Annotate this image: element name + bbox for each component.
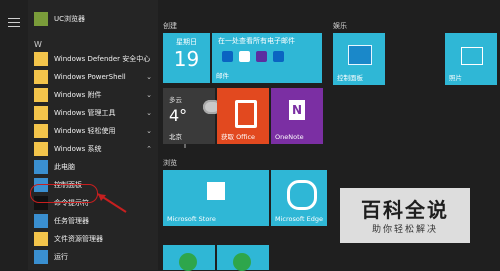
app-label: Windows 附件 <box>54 91 102 99</box>
store-label: Microsoft Store <box>167 215 216 223</box>
control-panel-label: 控制面板 <box>337 74 363 82</box>
computer-icon <box>34 160 48 174</box>
chevron-icon[interactable]: ⌄ <box>146 91 152 99</box>
control-panel-icon <box>348 45 372 65</box>
store-tile[interactable]: Microsoft Store <box>163 170 269 226</box>
app-label: 运行 <box>54 253 68 261</box>
edge-icon <box>287 180 317 210</box>
chevron-icon[interactable]: ⌄ <box>146 109 152 117</box>
photos-tile[interactable]: 照片 <box>445 33 497 85</box>
group-title-browse[interactable]: 浏览 <box>163 158 177 168</box>
letter-header[interactable]: W <box>34 40 42 49</box>
office-tile[interactable]: 获取 Office <box>217 88 269 144</box>
left-rail <box>0 0 28 270</box>
app-list: W UC浏览器 Windows Defender 安全中心 Windows Powe… <box>28 0 186 270</box>
folder-icon <box>34 88 48 102</box>
highlight-ring <box>30 184 98 203</box>
app-label: Windows Defender 安全中心 <box>54 55 151 63</box>
app-item[interactable]: 运行 <box>28 248 158 266</box>
weather-location: 北京 <box>169 133 182 141</box>
calendar-date: 19 <box>173 47 200 71</box>
control-panel-tile[interactable]: 控制面板 <box>333 33 385 85</box>
hamburger-menu-icon[interactable] <box>8 18 20 28</box>
task-manager-icon <box>34 214 48 228</box>
weather-tile[interactable]: 多云 4° 北京 <box>163 88 221 144</box>
folder-icon <box>34 70 48 84</box>
annotation-arrow <box>97 193 127 213</box>
outlook-icon <box>222 51 233 62</box>
watermark-main: 百科全说 <box>361 198 449 222</box>
bottom-tile-2[interactable] <box>217 245 269 271</box>
edge-label: Microsoft Edge <box>275 215 324 223</box>
store-icon <box>207 182 225 200</box>
group-title-entertainment[interactable]: 娱乐 <box>333 21 347 31</box>
photos-label: 照片 <box>449 74 462 82</box>
app-label: 任务管理器 <box>54 217 89 225</box>
mail-tile[interactable]: 在一处查看所有电子邮件 邮件 <box>212 33 322 83</box>
app-label: Windows 管理工具 <box>54 109 116 117</box>
onenote-icon: N <box>289 100 305 120</box>
shield-icon <box>34 52 48 66</box>
uc-browser-icon <box>34 12 48 26</box>
office-icon <box>235 100 257 128</box>
mail-label: 邮件 <box>216 72 229 80</box>
app-label: Windows 轻松使用 <box>54 127 116 135</box>
app-label: 此电脑 <box>54 163 75 171</box>
calendar-tile[interactable]: 星期日 19 <box>163 33 210 83</box>
chevron-icon[interactable]: ⌄ <box>146 73 152 81</box>
exchange-icon <box>273 51 284 62</box>
mail-title: 在一处查看所有电子邮件 <box>218 37 295 45</box>
app-item[interactable]: UC浏览器 <box>28 10 158 28</box>
explorer-icon <box>34 232 48 246</box>
run-icon <box>34 250 48 264</box>
app-item[interactable]: Windows PowerShell ⌄ <box>28 68 158 86</box>
app-item[interactable]: 文件资源管理器 <box>28 230 158 248</box>
group-title-create[interactable]: 创建 <box>163 21 177 31</box>
yahoo-icon <box>256 51 267 62</box>
app-icon <box>179 253 197 271</box>
app-item[interactable]: Windows 附件 ⌄ <box>28 86 158 104</box>
app-item[interactable]: Windows Defender 安全中心 <box>28 50 158 68</box>
weather-condition: 多云 <box>169 96 182 104</box>
onenote-tile[interactable]: N OneNote <box>271 88 323 144</box>
app-item[interactable]: Windows 管理工具 ⌄ <box>28 104 158 122</box>
app-item[interactable]: 任务管理器 <box>28 212 158 230</box>
mail-provider-icons <box>222 51 284 62</box>
weather-temp: 4° <box>169 106 188 125</box>
app-item[interactable]: 此电脑 <box>28 158 158 176</box>
folder-icon <box>34 142 48 156</box>
watermark-badge: 百科全说 助你轻松解决 <box>340 188 470 243</box>
watermark-sub: 助你轻松解决 <box>371 225 438 235</box>
app-icon <box>233 253 251 271</box>
office-label: 获取 Office <box>221 133 256 141</box>
chevron-icon[interactable]: ⌃ <box>146 145 152 153</box>
app-label: Windows PowerShell <box>54 73 126 81</box>
app-label: 文件资源管理器 <box>54 235 103 243</box>
folder-icon <box>34 124 48 138</box>
gmail-icon <box>239 51 250 62</box>
folder-icon <box>34 106 48 120</box>
chevron-icon[interactable]: ⌄ <box>146 127 152 135</box>
onenote-label: OneNote <box>275 133 304 141</box>
calendar-day: 星期日 <box>176 38 197 46</box>
app-label: UC浏览器 <box>54 15 86 23</box>
app-item[interactable]: Windows 系统 ⌃ <box>28 140 158 158</box>
bottom-tile-1[interactable] <box>163 245 215 271</box>
edge-tile[interactable]: Microsoft Edge <box>271 170 327 226</box>
app-label: Windows 系统 <box>54 145 102 153</box>
photo-icon <box>461 47 483 65</box>
app-item[interactable]: Windows 轻松使用 ⌄ <box>28 122 158 140</box>
